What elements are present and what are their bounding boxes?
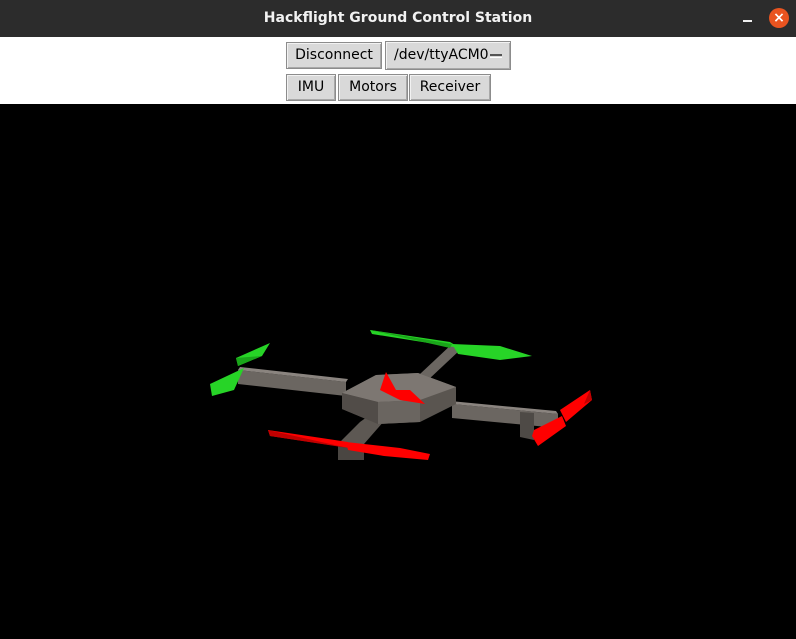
- option-menu-indicator-icon: [490, 54, 502, 58]
- vehicle-3d-viewport[interactable]: [0, 104, 796, 635]
- tab-receiver[interactable]: Receiver: [409, 74, 491, 101]
- disconnect-button[interactable]: Disconnect: [286, 42, 382, 69]
- close-icon[interactable]: ×: [769, 8, 789, 28]
- quadcopter-model: [210, 330, 592, 460]
- minimize-icon[interactable]: [738, 8, 758, 28]
- tab-imu[interactable]: IMU: [286, 74, 336, 101]
- title-bar: Hackflight Ground Control Station ×: [0, 0, 796, 37]
- serial-port-value: /dev/ttyACM0: [394, 47, 489, 63]
- window-title: Hackflight Ground Control Station: [263, 10, 533, 26]
- toolbar: Disconnect /dev/ttyACM0 IMU Motors Recei…: [0, 37, 796, 104]
- serial-port-select[interactable]: /dev/ttyACM0: [385, 41, 511, 70]
- tab-motors[interactable]: Motors: [338, 74, 408, 101]
